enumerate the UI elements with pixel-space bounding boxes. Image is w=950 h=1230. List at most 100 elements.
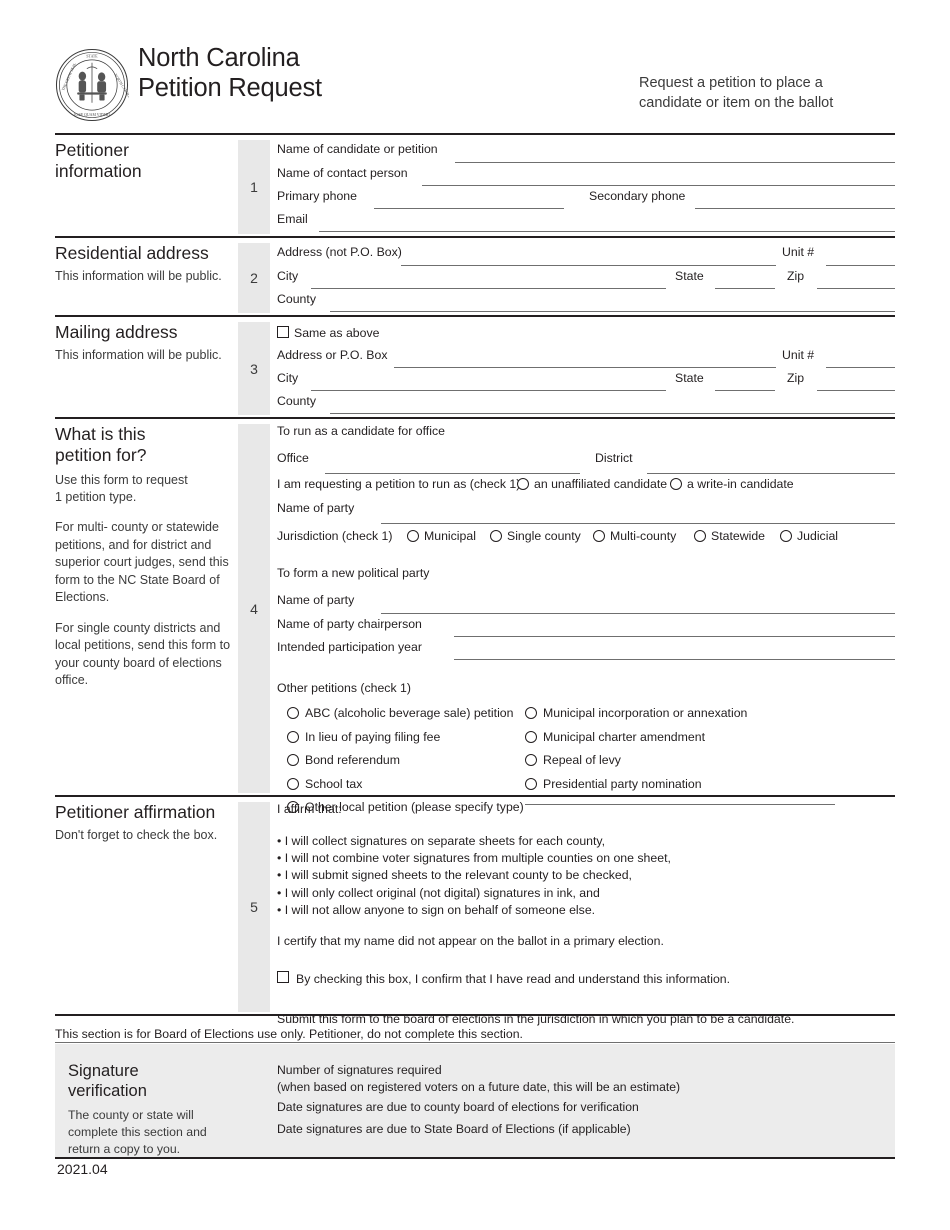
section-1-heading-line-2: information (55, 161, 142, 181)
input-primary-phone[interactable] (374, 208, 564, 209)
input-res-address[interactable] (401, 265, 776, 266)
label-candidate-name: Name of candidate or petition (277, 142, 438, 156)
checkbox-confirm-read[interactable] (277, 971, 289, 984)
label-same-as-above: Same as above (294, 326, 380, 340)
input-candidate-party[interactable] (381, 523, 895, 524)
section-5-content: I affirm that: • I will collect signatur… (277, 802, 895, 1027)
field-row-phones: Primary phone Secondary phone (277, 187, 895, 210)
label-requesting-as: I am requesting a petition to run as (ch… (277, 477, 521, 491)
radio-option-municipal-charter-amendment[interactable]: Municipal charter amendment (525, 727, 835, 751)
field-row-candidate-party: Name of party (277, 499, 895, 525)
label-email: Email (277, 212, 308, 226)
input-mail-address[interactable] (394, 367, 776, 368)
radio-multi-county-icon[interactable] (593, 530, 605, 542)
input-email[interactable] (319, 231, 895, 232)
label-res-county: County (277, 292, 316, 306)
header-note-line-2: candidate or item on the ballot (639, 95, 834, 111)
input-mail-unit[interactable] (826, 367, 895, 368)
input-candidate-name[interactable] (455, 162, 895, 163)
radio-presidential-party-nomination-icon[interactable] (525, 777, 537, 790)
field-row-new-party-name: Name of party (277, 591, 895, 615)
input-res-state[interactable] (715, 288, 775, 289)
radio-label-in-lieu-filing-fee: In lieu of paying filing fee (305, 729, 441, 744)
boe-label-signatures-required-line-2: (when based on registered voters on a fu… (277, 1079, 681, 1094)
radio-bond-referendum-icon[interactable] (287, 754, 299, 766)
label-mail-unit: Unit # (782, 348, 815, 362)
radio-in-lieu-filing-fee-icon[interactable] (287, 730, 299, 743)
header-description: Request a petition to place a candidate … (639, 73, 895, 113)
input-party-chairperson[interactable] (454, 636, 895, 637)
input-res-city[interactable] (311, 288, 666, 289)
section-1-label: Petitioner information (55, 140, 235, 182)
radio-option-municipal-incorporation[interactable]: Municipal incorporation or annexation (525, 703, 835, 727)
radio-municipal-icon[interactable] (407, 530, 419, 542)
affirmation-list: • I will collect signatures on separate … (277, 833, 895, 919)
input-secondary-phone[interactable] (695, 208, 895, 209)
radio-school-tax-icon[interactable] (287, 777, 299, 790)
radio-statewide-icon[interactable] (694, 530, 706, 542)
field-row-contact-person: Name of contact person (277, 164, 895, 187)
field-row-mail-county: County (277, 392, 895, 415)
input-mail-city[interactable] (311, 390, 666, 391)
signature-verification-panel: Signature verification The county or sta… (55, 1044, 895, 1157)
boe-label-signatures-required-line-1: Number of signatures required (277, 1063, 442, 1077)
label-participation-year: Intended participation year (277, 640, 422, 654)
section-3-fields: Same as above Address or P.O. Box Unit #… (277, 322, 895, 415)
section-5-number: 5 (238, 802, 270, 1012)
label-res-zip: Zip (787, 269, 805, 283)
section-4-instruction-2: For multi- county or statewide petitions… (55, 520, 229, 604)
section-residential-address: Residential address This information wil… (55, 243, 895, 315)
input-new-party-name[interactable] (381, 613, 895, 614)
radio-label-municipal-charter-amendment: Municipal charter amendment (543, 729, 705, 744)
input-mail-state[interactable] (715, 390, 775, 391)
input-res-county[interactable] (330, 311, 895, 312)
section-1-fields: Name of candidate or petition Name of co… (277, 140, 895, 233)
field-row-party-chairperson: Name of party chairperson (277, 615, 895, 638)
section-4-number: 4 (238, 424, 270, 793)
label-mail-state: State (675, 371, 704, 385)
affirm-item: • I will collect signatures on separate … (277, 834, 606, 848)
field-row-res-city-state-zip: City State Zip (277, 267, 895, 290)
radio-municipal-incorporation-icon[interactable] (525, 707, 537, 719)
field-row-office-district: Office District (277, 449, 895, 475)
input-res-zip[interactable] (817, 288, 895, 289)
section-mailing-address: Mailing address This information will be… (55, 322, 895, 417)
field-row-res-address: Address (not P.O. Box) Unit # (277, 243, 895, 267)
radio-judicial-icon[interactable] (780, 530, 792, 542)
radio-abc-petition-icon[interactable] (287, 707, 299, 719)
input-contact-person[interactable] (422, 185, 895, 186)
radio-unaffiliated-candidate-icon[interactable] (517, 478, 529, 490)
radio-municipal-charter-amendment-icon[interactable] (525, 730, 537, 743)
radio-repeal-of-levy-icon[interactable] (525, 754, 537, 766)
input-res-unit[interactable] (826, 265, 895, 266)
section-3-number: 3 (238, 322, 270, 415)
radio-label-judicial: Judicial (797, 529, 839, 543)
input-mail-county[interactable] (330, 413, 895, 414)
section-2-heading: Residential address (55, 243, 209, 263)
boe-row-signatures-required: Number of signatures required (when base… (277, 1062, 881, 1099)
field-row-same-as-above: Same as above (277, 322, 895, 346)
section-5-subtext: Don't forget to check the box. (55, 828, 218, 842)
label-mail-address: Address or P.O. Box (277, 348, 388, 362)
certify-statement: I certify that my name did not appear on… (277, 934, 664, 949)
radio-label-statewide: Statewide (711, 529, 766, 543)
boe-row-county-due-date: Date signatures are due to county board … (277, 1099, 881, 1121)
radio-label-bond-referendum: Bond referendum (305, 753, 401, 767)
input-mail-zip[interactable] (817, 390, 895, 391)
svg-text:THE GREAT SEAL: THE GREAT SEAL (61, 62, 77, 92)
label-candidate-party: Name of party (277, 501, 355, 515)
radio-option-presidential-party-nomination[interactable]: Presidential party nomination (525, 774, 835, 798)
radio-option-repeal-of-levy[interactable]: Repeal of levy (525, 750, 835, 774)
input-participation-year[interactable] (454, 659, 895, 660)
radio-write-in-candidate-icon[interactable] (670, 478, 682, 490)
section-1-heading-line-1: Petitioner (55, 140, 129, 160)
section-5-label: Petitioner affirmation Don't forget to c… (55, 802, 235, 844)
label-party-chairperson: Name of party chairperson (277, 617, 422, 631)
input-district[interactable] (647, 473, 895, 474)
radio-single-county-icon[interactable] (490, 530, 502, 542)
section-petition-type: What is this petition for? Use this form… (55, 424, 895, 814)
input-office[interactable] (325, 473, 580, 474)
boe-subtext: The county or state will complete this s… (68, 1108, 207, 1156)
radio-label-municipal-incorporation: Municipal incorporation or annexation (543, 706, 748, 720)
checkbox-same-as-above[interactable] (277, 326, 289, 338)
